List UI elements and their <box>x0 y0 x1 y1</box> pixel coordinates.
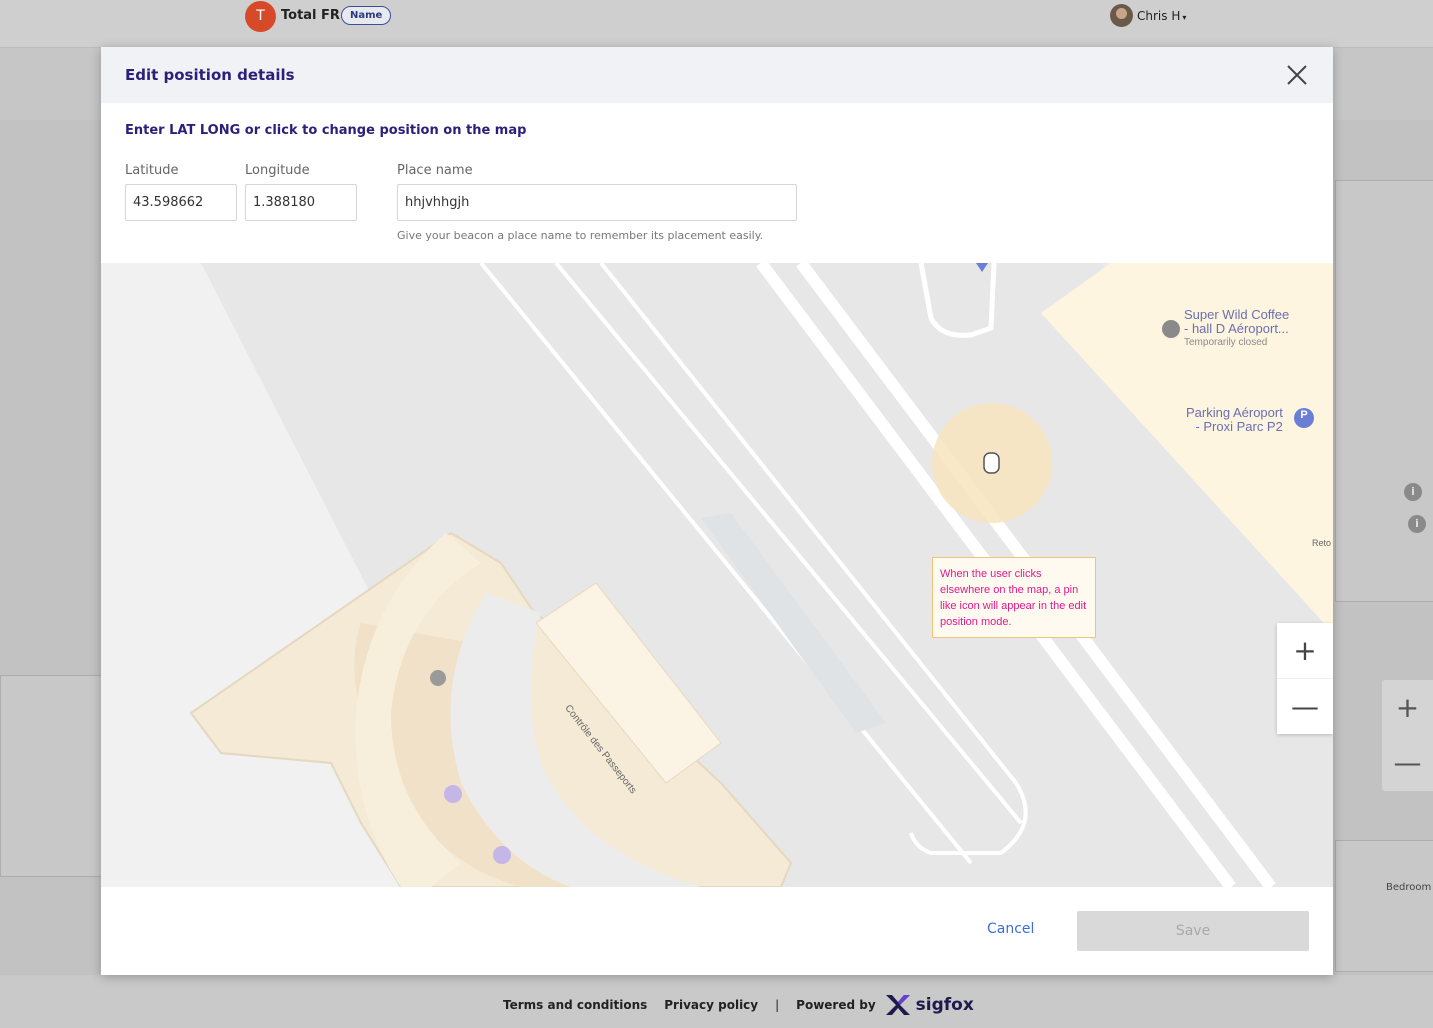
sigfox-logo-icon <box>885 995 910 1015</box>
poi-coffee-name: Super Wild Coffee <box>1184 307 1290 322</box>
place-name-helper: Give your beacon a place name to remembe… <box>397 229 764 242</box>
map-edge-label: Reto <box>1312 538 1332 548</box>
poi-parking-name-2: - Proxi Parc P2 <box>1195 419 1283 434</box>
annotation-note: When the user clicks elsewhere on the ma… <box>932 557 1096 638</box>
poi-parking[interactable]: Parking Aéroport - Proxi Parc P2 <box>1186 406 1283 434</box>
zoom-out-button[interactable]: — <box>1277 678 1333 734</box>
info-icon[interactable]: i <box>1408 515 1426 533</box>
poi-parking-name: Parking Aéroport <box>1186 405 1283 420</box>
zoom-in-button[interactable]: + <box>1277 623 1333 678</box>
powered-by-text: Powered by <box>796 998 876 1012</box>
user-menu[interactable]: Chris H ▾ <box>1137 9 1186 23</box>
org-avatar[interactable]: T <box>245 1 276 32</box>
save-button[interactable]: Save <box>1077 911 1309 951</box>
footer-separator: | <box>775 998 780 1012</box>
background-map-label: Bedroom <box>1386 882 1432 893</box>
info-icon[interactable]: i <box>1404 483 1422 501</box>
place-name-label: Place name <box>397 163 473 178</box>
instruction-text: Enter LAT LONG or click to change positi… <box>125 123 527 138</box>
latitude-label: Latitude <box>125 163 179 178</box>
modal-footer: Cancel Save <box>101 887 1333 975</box>
poi-coffee-name-2: - hall D Aéroport... <box>1184 321 1289 336</box>
zoom-out-icon[interactable]: — <box>1382 735 1433 790</box>
position-map[interactable]: Super Wild Coffee - hall D Aéroport... T… <box>101 263 1333 887</box>
map-canvas[interactable] <box>101 263 1333 887</box>
map-zoom-control: + — <box>1277 623 1333 734</box>
longitude-input[interactable] <box>245 184 357 221</box>
poi-coffee[interactable]: Super Wild Coffee - hall D Aéroport... T… <box>1184 308 1289 350</box>
top-bar: T Total FR Name Chris H ▾ <box>0 0 1433 48</box>
modal-title: Edit position details <box>125 66 295 84</box>
privacy-link[interactable]: Privacy policy <box>664 998 758 1012</box>
org-name[interactable]: Total FR <box>281 8 340 23</box>
longitude-label: Longitude <box>245 163 310 178</box>
cancel-button[interactable]: Cancel <box>987 921 1034 937</box>
close-icon[interactable] <box>1285 63 1309 87</box>
chevron-down-icon: ▾ <box>1182 13 1187 22</box>
user-avatar[interactable] <box>1110 4 1133 27</box>
modal-header: Edit position details <box>101 47 1333 103</box>
sigfox-brand: sigfox <box>915 995 974 1015</box>
org-badge: Name <box>341 6 392 25</box>
edit-position-modal: Edit position details Enter LAT LONG or … <box>101 47 1333 975</box>
place-name-input[interactable] <box>397 184 797 221</box>
zoom-in-icon[interactable]: + <box>1382 680 1433 735</box>
latitude-input[interactable] <box>125 184 237 221</box>
background-zoom-control: + — <box>1382 680 1433 791</box>
footer: Terms and conditions Privacy policy | Po… <box>0 976 1433 1028</box>
poi-coffee-status: Temporarily closed <box>1184 337 1268 348</box>
parking-icon: P <box>1300 409 1308 421</box>
terms-link[interactable]: Terms and conditions <box>503 998 647 1012</box>
user-name: Chris H <box>1137 9 1181 23</box>
